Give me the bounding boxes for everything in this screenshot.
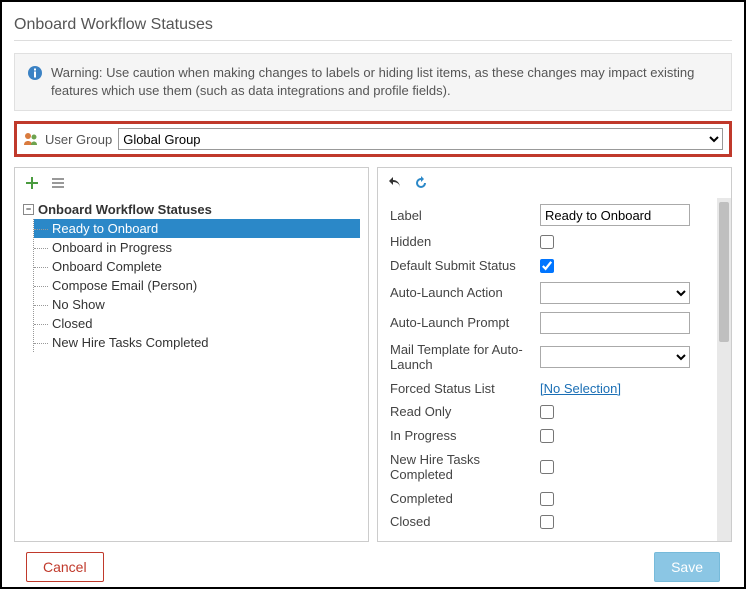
hidden-checkbox[interactable] — [540, 235, 554, 249]
mail-template-select[interactable] — [540, 346, 690, 368]
tree-collapse-icon[interactable]: − — [23, 204, 34, 215]
in-progress-checkbox[interactable] — [540, 429, 554, 443]
label-input[interactable] — [540, 204, 690, 226]
status-tree: − Onboard Workflow Statuses Ready to Onb… — [15, 198, 368, 360]
scrollbar-thumb[interactable] — [719, 202, 729, 342]
tree-item-no-show[interactable]: No Show — [34, 295, 360, 314]
auto-launch-prompt-input[interactable] — [540, 312, 690, 334]
tree-item-onboard-complete[interactable]: Onboard Complete — [34, 257, 360, 276]
tree-item-ready-to-onboard[interactable]: Ready to Onboard — [34, 219, 360, 238]
new-hire-tasks-label: New Hire Tasks Completed — [390, 452, 530, 483]
read-only-label: Read Only — [390, 404, 530, 420]
undo-button[interactable] — [386, 174, 404, 192]
warning-text: Warning: Use caution when making changes… — [51, 64, 719, 100]
in-progress-label: In Progress — [390, 428, 530, 444]
hidden-label: Hidden — [390, 234, 530, 250]
user-group-label: User Group — [45, 132, 112, 147]
default-submit-checkbox[interactable] — [540, 259, 554, 273]
mail-template-label: Mail Template for Auto-Launch — [390, 342, 530, 373]
tree-item-new-hire-tasks[interactable]: New Hire Tasks Completed — [34, 333, 360, 352]
scrollbar[interactable] — [717, 198, 731, 541]
auto-launch-prompt-label: Auto-Launch Prompt — [390, 315, 530, 331]
read-only-checkbox[interactable] — [540, 405, 554, 419]
warning-banner: Warning: Use caution when making changes… — [14, 53, 732, 111]
closed-checkbox[interactable] — [540, 515, 554, 529]
save-button[interactable]: Save — [654, 552, 720, 582]
new-hire-tasks-checkbox[interactable] — [540, 460, 554, 474]
auto-launch-action-label: Auto-Launch Action — [390, 285, 530, 301]
refresh-button[interactable] — [412, 174, 430, 192]
add-button[interactable] — [23, 174, 41, 192]
cancel-button[interactable]: Cancel — [26, 552, 104, 582]
user-group-row: User Group Global Group — [14, 121, 732, 157]
tree-item-closed[interactable]: Closed — [34, 314, 360, 333]
auto-launch-action-select[interactable] — [540, 282, 690, 304]
manage-button[interactable] — [49, 174, 67, 192]
tree-item-compose-email[interactable]: Compose Email (Person) — [34, 276, 360, 295]
forced-status-label: Forced Status List — [390, 381, 530, 397]
info-icon — [27, 65, 43, 81]
closed-label: Closed — [390, 514, 530, 530]
default-submit-label: Default Submit Status — [390, 258, 530, 274]
tree-root-label: Onboard Workflow Statuses — [38, 202, 212, 217]
completed-label: Completed — [390, 491, 530, 507]
tree-panel: − Onboard Workflow Statuses Ready to Onb… — [14, 167, 369, 542]
label-field-label: Label — [390, 208, 530, 224]
detail-panel: Label Hidden Default Submit Status Auto-… — [377, 167, 732, 542]
user-group-select[interactable]: Global Group — [118, 128, 723, 150]
forced-status-link[interactable]: [No Selection] — [540, 381, 621, 396]
completed-checkbox[interactable] — [540, 492, 554, 506]
page-title: Onboard Workflow Statuses — [14, 10, 732, 41]
tree-item-onboard-in-progress[interactable]: Onboard in Progress — [34, 238, 360, 257]
users-icon — [23, 131, 39, 147]
